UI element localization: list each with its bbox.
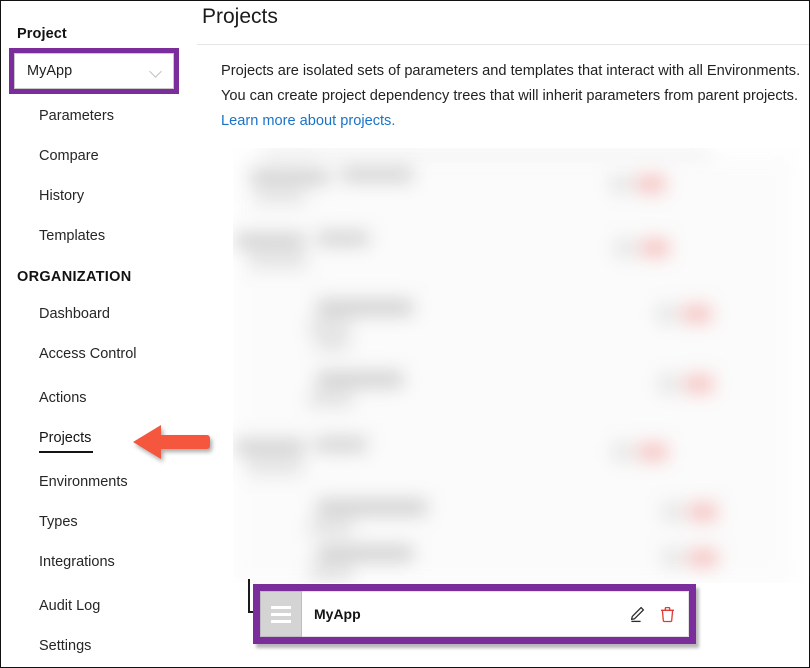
sidebar-project-heading: Project (17, 26, 67, 42)
sidebar-item-label: Environments (39, 474, 128, 490)
sidebar-item-label: Types (39, 514, 78, 530)
sidebar-item-dashboard[interactable]: Dashboard (1, 304, 110, 324)
title-divider (197, 44, 809, 45)
sidebar-item-compare[interactable]: Compare (1, 146, 99, 166)
sidebar-item-label: Actions (39, 390, 87, 406)
sidebar-item-integrations[interactable]: Integrations (1, 552, 115, 572)
sidebar-item-audit-log[interactable]: Audit Log (1, 596, 100, 616)
hamburger-drag-handle-icon[interactable] (260, 591, 302, 637)
sidebar-item-label: Access Control (39, 346, 137, 362)
active-item-underline (39, 451, 93, 453)
sidebar-item-label: Audit Log (39, 598, 101, 614)
description-text: Projects are isolated sets of parameters… (221, 63, 801, 104)
sidebar-item-settings[interactable]: Settings (1, 636, 91, 656)
sidebar-item-label: Templates (39, 228, 106, 244)
project-select-dropdown[interactable]: MyApp (14, 53, 174, 89)
page-title: Projects (202, 5, 278, 28)
sidebar-item-label: Compare (39, 148, 99, 164)
project-card-name: MyApp (314, 606, 361, 622)
project-card[interactable]: MyApp (260, 591, 689, 637)
application-window: Project MyApp Parameters Compare History… (0, 0, 810, 668)
trash-delete-icon (661, 606, 674, 622)
delete-project-button[interactable] (659, 606, 676, 623)
project-card-highlight-annotation: MyApp (253, 584, 696, 644)
sidebar-item-label: Integrations (39, 554, 115, 570)
blurred-project-tree-region (233, 148, 810, 583)
sidebar-item-label: Parameters (39, 108, 114, 124)
project-select-highlight-annotation: MyApp (9, 48, 179, 94)
sidebar-item-templates[interactable]: Templates (1, 226, 105, 246)
page-description: Projects are isolated sets of parameters… (221, 59, 807, 134)
sidebar-item-label: Dashboard (39, 306, 110, 322)
sidebar-item-label: Settings (39, 638, 92, 654)
edit-project-button[interactable] (629, 606, 646, 623)
blur-layer (233, 148, 810, 583)
chevron-down-icon (150, 67, 163, 75)
tree-connector-vertical-line (248, 579, 250, 613)
sidebar-item-environments[interactable]: Environments (1, 472, 128, 492)
sidebar-item-actions[interactable]: Actions (1, 388, 87, 408)
sidebar-item-history[interactable]: History (1, 186, 84, 206)
sidebar-item-label: History (39, 188, 85, 204)
project-card-body: MyApp (302, 591, 689, 637)
sidebar-item-parameters[interactable]: Parameters (1, 106, 114, 126)
project-select-value: MyApp (27, 63, 73, 79)
sidebar-organization-heading: ORGANIZATION (17, 269, 132, 285)
sidebar-item-projects[interactable]: Projects (1, 428, 93, 453)
sidebar-item-label: Projects (39, 430, 92, 446)
main-content: Projects Projects are isolated sets of p… (197, 1, 809, 667)
sidebar-item-types[interactable]: Types (1, 512, 78, 532)
project-card-actions (629, 606, 676, 623)
sidebar-navigation: Project MyApp Parameters Compare History… (1, 1, 197, 667)
sidebar-item-access-control[interactable]: Access Control (1, 344, 137, 364)
learn-more-link[interactable]: Learn more about projects. (221, 113, 395, 129)
pencil-edit-icon (630, 606, 645, 622)
